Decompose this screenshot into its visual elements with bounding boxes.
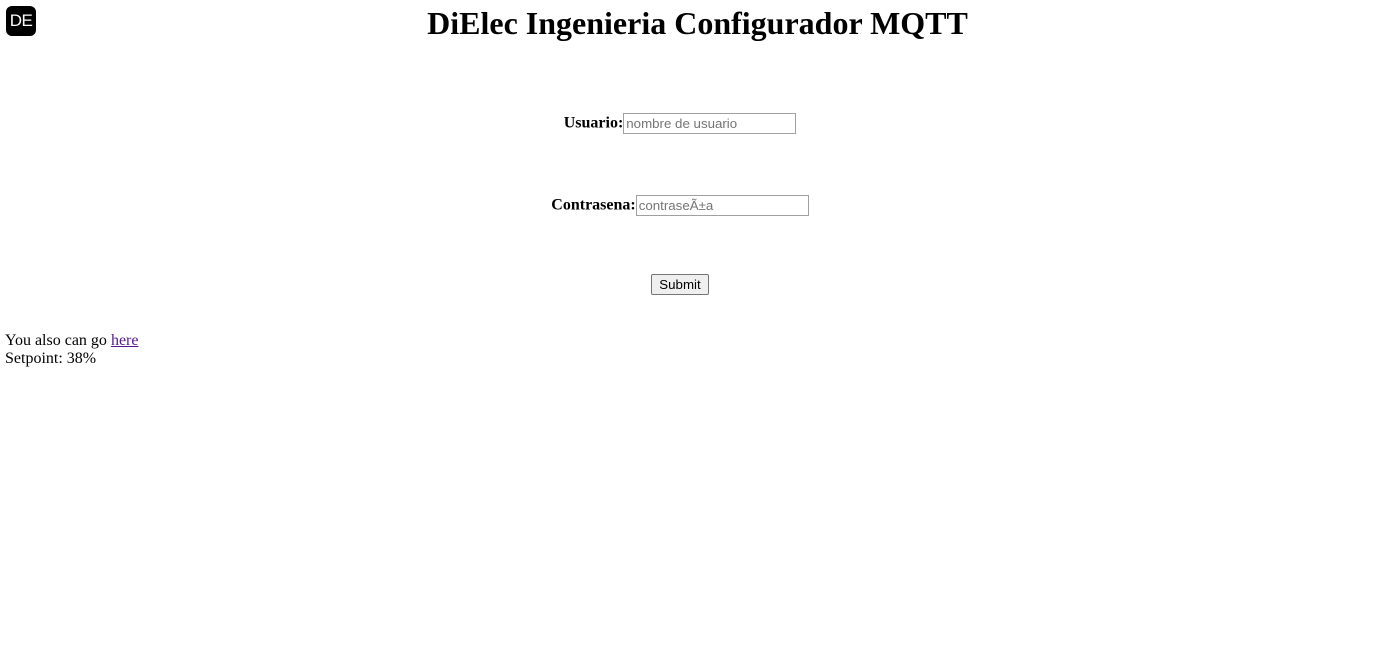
alternate-link-line: You also can go here: [5, 332, 138, 350]
password-label: Contrasena:: [551, 196, 636, 214]
page-title: DiElec Ingenieria Configurador MQTT: [427, 5, 968, 41]
password-input[interactable]: [635, 195, 809, 216]
footer: You also can go here Setpoint: 38%: [5, 332, 138, 368]
here-link[interactable]: here: [111, 332, 139, 349]
password-row: Contrasena:: [0, 195, 1360, 216]
alternate-link-prefix: You also can go: [5, 332, 111, 349]
username-input[interactable]: [623, 113, 797, 134]
submit-row: Submit: [0, 274, 1360, 295]
username-row: Usuario:: [0, 113, 1360, 134]
username-label: Usuario:: [563, 114, 624, 132]
setpoint-text: Setpoint: 38%: [5, 350, 97, 367]
submit-button[interactable]: Submit: [651, 274, 709, 295]
